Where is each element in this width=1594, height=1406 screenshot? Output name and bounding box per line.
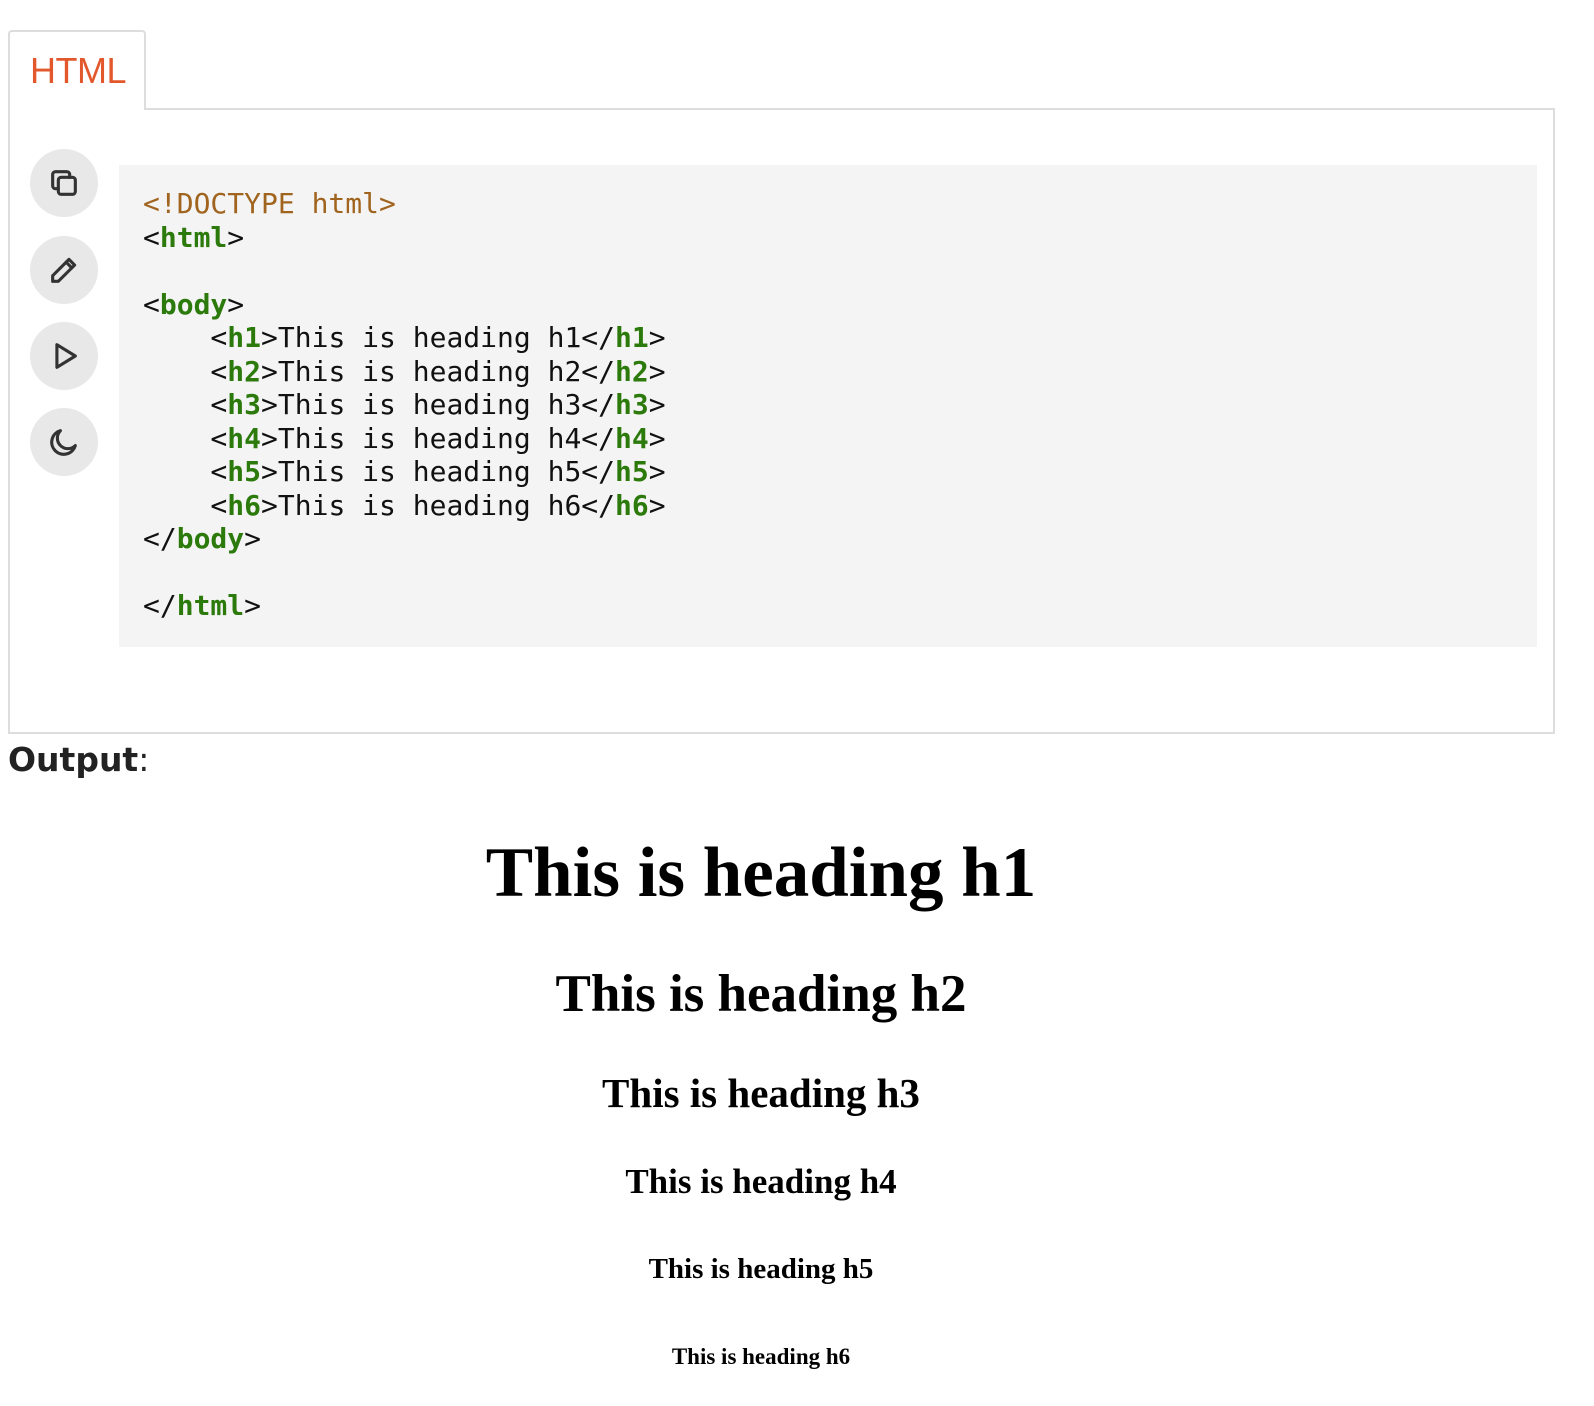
code-token: >This is heading h4</ [261,421,616,455]
code-token: > [244,522,262,555]
code-token: < [143,421,228,455]
code-tag-name: h2 [615,354,649,388]
code-token: > [227,220,245,254]
code-tag-name: h1 [615,321,649,354]
code-line: </body> [143,522,261,555]
code-token: </ [143,589,177,622]
code-tag-name: body [176,522,245,555]
code-line: <h1>This is heading h1</h1> [143,321,666,354]
code-token: < [143,220,160,254]
code-line: <h5>This is heading h5</h5> [143,455,666,488]
code-token: < [143,488,228,522]
code-tag-name: h6 [227,488,262,522]
code-token: > [648,388,666,421]
tab-label: HTML [30,50,127,91]
code-token: >This is heading h6</ [261,488,616,522]
code-line: <h2>This is heading h2</h2> [143,354,666,388]
play-icon [55,343,77,369]
code-line: <!DOCTYPE html> [143,187,396,220]
code-tag-name: h3 [227,388,262,421]
code-tag-name: h6 [615,488,649,522]
code-token: >This is heading h3</ [261,388,616,421]
code-line: <h4>This is heading h4</h4> [143,421,666,455]
code-token: >This is heading h5</ [261,455,616,488]
output-label: Output: [8,740,149,779]
code-token: < [143,455,228,488]
code-tag-name: h5 [227,455,262,488]
code-tag-name: h1 [227,321,262,354]
output-label-text: Output [8,740,139,779]
code-doctype: <!DOCTYPE html> [143,187,396,220]
code-token: > [648,488,666,522]
code-token: >This is heading h1</ [261,321,616,354]
code-text[interactable]: <!DOCTYPE html> <html> <body> <h1>This i… [143,187,666,623]
moon-icon [50,429,77,456]
code-line: <html> [143,221,244,254]
code-token: < [143,287,160,321]
code-token: > [648,354,666,388]
code-tag-name: h2 [227,354,262,388]
code-token: </ [143,522,177,555]
code-token: < [143,321,228,354]
copy-icon [51,170,77,196]
code-token: > [244,589,262,622]
code-token: >This is heading h2</ [261,354,616,388]
code-token: < [143,354,228,388]
code-tag-name: h4 [615,421,649,455]
code-tag-name: html [159,220,228,254]
preview-heading-h3: This is heading h3 [602,1070,920,1116]
code-token: > [648,455,666,488]
run-button[interactable] [30,322,98,390]
code-line: <body> [143,288,244,321]
code-token: > [227,287,245,321]
code-tag-name: body [159,287,228,321]
preview-heading-h2: This is heading h2 [555,965,967,1023]
preview-heading-h6: This is heading h6 [671,1344,851,1369]
code-line: </html> [143,589,261,622]
code-line: <h3>This is heading h3</h3> [143,388,666,421]
edit-button[interactable] [30,236,98,304]
output-label-colon: : [138,740,150,779]
code-tag-name: h5 [615,455,649,488]
theme-toggle-button[interactable] [30,408,98,476]
preview-heading-h5: This is heading h5 [648,1253,874,1285]
code-tag-name: h4 [227,421,262,455]
code-tag-name: h3 [615,388,649,421]
code-block[interactable]: <!DOCTYPE html> <html> <body> <h1>This i… [119,165,1537,647]
preview-heading-h4: This is heading h4 [625,1162,897,1201]
preview-heading-h1: This is heading h1 [485,834,1037,912]
code-token: > [648,421,666,455]
copy-button[interactable] [30,149,98,217]
tab-html[interactable]: HTML [8,30,146,110]
code-token: < [143,388,228,421]
code-tag-name: html [176,589,245,622]
code-line: <h6>This is heading h6</h6> [143,488,666,522]
pencil-icon [51,257,77,283]
code-token: > [648,321,666,354]
